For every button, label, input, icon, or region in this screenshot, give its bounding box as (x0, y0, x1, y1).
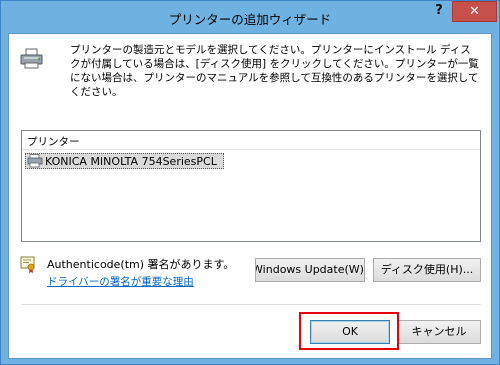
printer-list-header: プリンター (27, 136, 80, 148)
printer-list-item-label: KONICA MINOLTA 754SeriesPCL (45, 154, 217, 168)
windows-update-button[interactable]: Windows Update(W) (255, 258, 365, 282)
printer-list-item[interactable]: KONICA MINOLTA 754SeriesPCL (25, 153, 224, 169)
certificate-icon (20, 256, 35, 273)
signature-status: Authenticode(tm) 署名があります。 (47, 258, 235, 271)
printer-list[interactable]: プリンター KONICA MINOLTA 754SeriesPCL (21, 130, 481, 242)
divider (21, 304, 481, 305)
ok-highlight-box (299, 312, 399, 350)
close-button[interactable]: ✕ (452, 1, 497, 22)
printer-icon (20, 48, 43, 69)
wizard-content: プリンターの製造元とモデルを選択してください。プリンターにインストール ディスク… (8, 33, 492, 359)
list-header-divider (22, 149, 480, 150)
window-title: プリンターの追加ウィザード (168, 12, 332, 27)
printer-driver-icon (27, 154, 43, 168)
instruction-text: プリンターの製造元とモデルを選択してください。プリンターにインストール ディスク… (70, 44, 479, 98)
driver-signing-link[interactable]: ドライバーの署名が重要な理由 (47, 274, 194, 289)
cancel-button[interactable]: キャンセル (397, 320, 481, 344)
add-printer-wizard-window: プリンターの追加ウィザード ? ✕ プリンターの製造元とモデルを選択してください… (0, 0, 500, 365)
have-disk-button[interactable]: ディスク使用(H)... (373, 258, 481, 282)
title-bar[interactable]: プリンターの追加ウィザード ? ✕ (1, 1, 499, 33)
help-button[interactable]: ? (427, 1, 451, 23)
